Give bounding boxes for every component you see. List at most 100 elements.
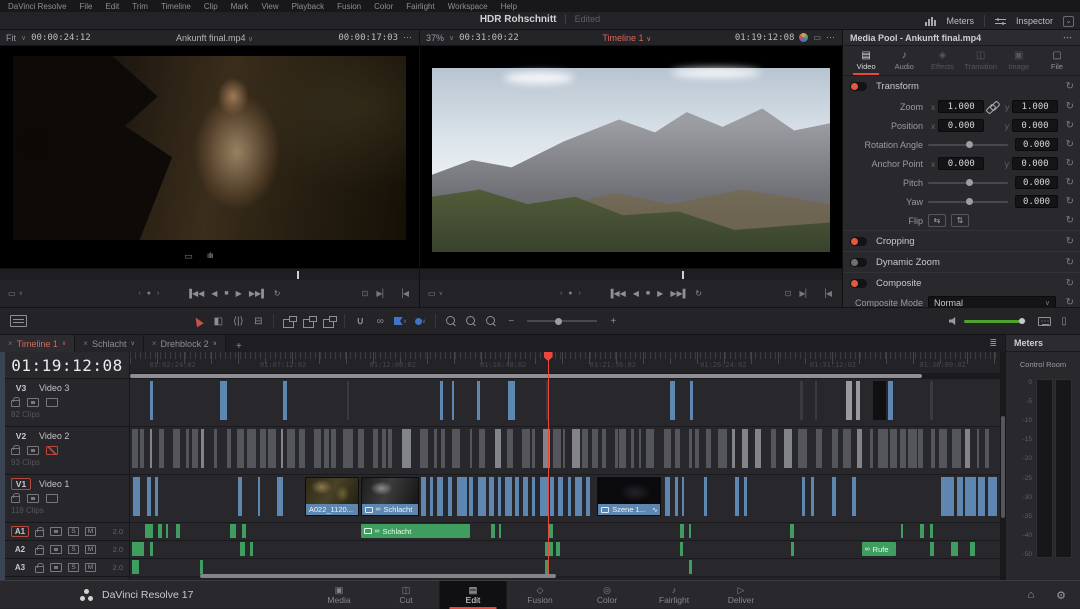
video-clip[interactable]	[314, 429, 321, 468]
page-tab-cut[interactable]: ◫Cut	[373, 581, 440, 609]
rotation-reset-icon[interactable]: ↻	[1066, 139, 1074, 150]
video-clip[interactable]	[186, 429, 190, 468]
video-clip[interactable]	[437, 477, 443, 516]
source-video-area[interactable]: ▭ ıılıı	[0, 46, 419, 268]
source-step-back-button[interactable]: ◀	[211, 289, 217, 298]
video-clip[interactable]	[150, 381, 153, 420]
linked-selection-icon[interactable]: ∞	[370, 312, 390, 330]
source-play-button[interactable]: ▶	[236, 289, 242, 298]
program-in-out-icon[interactable]: ⊡	[785, 289, 792, 298]
audio-clip[interactable]	[176, 524, 179, 538]
video-clip[interactable]	[695, 429, 699, 468]
add-timeline-tab-button[interactable]: +	[226, 341, 252, 352]
safe-area-icon[interactable]: ▭	[184, 251, 193, 262]
composite-toggle[interactable]	[850, 279, 867, 288]
zoom-y-field[interactable]: 1.000	[1012, 100, 1058, 113]
video-clip[interactable]	[532, 429, 535, 468]
transform-section-header[interactable]: Transform ↻	[843, 76, 1080, 97]
video-clip[interactable]	[732, 429, 735, 468]
video-clip[interactable]	[133, 477, 141, 516]
video-clip[interactable]	[977, 429, 980, 468]
anchor-y-field[interactable]: 0.000	[1012, 157, 1058, 170]
clip-schlacht-audio[interactable]: ∞Schlacht	[361, 524, 471, 538]
clip-szene1[interactable]: Szene 1...∿◆	[597, 477, 661, 516]
a1-solo-button[interactable]: S	[68, 527, 79, 536]
video-clip[interactable]	[952, 429, 960, 468]
timeline-tab-drehblock-2[interactable]: ×Drehblock 2∨	[144, 335, 226, 352]
close-icon[interactable]: ×	[83, 339, 88, 348]
video-clip[interactable]	[238, 477, 242, 516]
video-clip[interactable]	[558, 477, 563, 516]
transform-reset-icon[interactable]: ↻	[1066, 81, 1074, 92]
video-clip[interactable]	[532, 477, 535, 516]
transform-toggle[interactable]	[850, 82, 867, 91]
audio-overlay-icon[interactable]: ıılıı	[207, 251, 213, 262]
video-clip[interactable]	[258, 477, 261, 516]
a1-lock-icon[interactable]	[35, 530, 44, 537]
video-clip[interactable]	[646, 429, 654, 468]
source-in-out-icon[interactable]: ⊡	[362, 289, 369, 298]
video-clip[interactable]	[420, 429, 428, 468]
video-clip[interactable]	[852, 477, 855, 516]
track-v1[interactable]: A022_1120... ∞Schlacht Szene 1...∿◆	[130, 475, 1000, 523]
page-tab-color[interactable]: ◎Color	[574, 581, 641, 609]
audio-clip[interactable]	[145, 524, 153, 538]
a2-autoselect-icon[interactable]	[50, 545, 62, 554]
source-jog-control[interactable]: ‹ ● ›	[139, 290, 162, 297]
video-clip[interactable]	[150, 429, 153, 468]
video-clip[interactable]	[832, 477, 836, 516]
v2-autoselect-icon[interactable]	[27, 446, 39, 455]
video-clip[interactable]	[331, 429, 336, 468]
a3-mute-button[interactable]: M	[85, 563, 96, 572]
video-clip[interactable]	[277, 477, 283, 516]
track-header-a1[interactable]: A1 S M 2.0	[5, 523, 129, 541]
video-clip[interactable]	[988, 477, 997, 516]
video-clip[interactable]	[682, 477, 685, 516]
video-clip[interactable]	[706, 429, 711, 468]
color-wheel-icon[interactable]	[799, 33, 808, 42]
trim-edit-mode-icon[interactable]: ◧	[208, 312, 228, 330]
pitch-reset-icon[interactable]: ↻	[1066, 177, 1074, 188]
video-clip[interactable]	[857, 429, 862, 468]
audio-clip[interactable]	[499, 524, 502, 538]
audio-clip[interactable]	[240, 542, 245, 556]
position-y-field[interactable]: 0.000	[1012, 119, 1058, 132]
video-clip[interactable]	[324, 429, 330, 468]
audio-clip[interactable]	[132, 542, 144, 556]
video-clip[interactable]	[489, 477, 493, 516]
audio-clip[interactable]	[158, 524, 162, 538]
audio-clip[interactable]	[491, 524, 495, 538]
a3-destination-button[interactable]: A3	[11, 562, 29, 573]
video-clip[interactable]	[744, 477, 747, 516]
audio-clip[interactable]	[930, 524, 933, 538]
v3-destination-button[interactable]: V3	[11, 382, 31, 394]
video-clip[interactable]	[173, 429, 180, 468]
program-goto-end-button[interactable]: ▶▶▌	[670, 289, 688, 298]
timeline-ruler[interactable]: 01:02:24:0201:07:12:0201:12:00:0201:16:4…	[130, 352, 1000, 373]
audio-clip[interactable]	[680, 524, 684, 538]
video-clip[interactable]	[689, 429, 692, 468]
zoom-out-icon[interactable]: −	[501, 312, 521, 330]
video-clip[interactable]	[440, 381, 443, 420]
a3-solo-button[interactable]: S	[68, 563, 79, 572]
yaw-field[interactable]: 0.000	[1015, 195, 1058, 208]
timeline-timecode[interactable]: 01:19:12:08	[5, 352, 129, 379]
video-clip[interactable]	[523, 477, 528, 516]
source-viewmode-icon[interactable]: ▭∨	[8, 289, 23, 298]
page-tab-deliver[interactable]: ▷Deliver	[708, 581, 775, 609]
video-clip[interactable]	[870, 429, 873, 468]
source-stop-button[interactable]: ■	[224, 290, 228, 297]
panel-toggle-icon[interactable]: ⌄	[1063, 16, 1074, 27]
video-clip[interactable]	[421, 477, 425, 516]
a3-autoselect-icon[interactable]	[50, 563, 62, 572]
video-clip[interactable]	[735, 477, 739, 516]
menu-edit[interactable]: Edit	[105, 2, 119, 11]
custom-zoom-icon[interactable]	[441, 312, 461, 330]
clip-rufe[interactable]: ∞Rufe	[862, 542, 896, 556]
video-clip[interactable]	[452, 429, 460, 468]
video-clip[interactable]	[815, 381, 817, 420]
yaw-slider[interactable]	[928, 201, 1008, 203]
audio-clip[interactable]	[680, 542, 683, 556]
program-video-area[interactable]	[420, 46, 842, 268]
program-viewmode-icon[interactable]: ▭∨	[428, 289, 443, 298]
